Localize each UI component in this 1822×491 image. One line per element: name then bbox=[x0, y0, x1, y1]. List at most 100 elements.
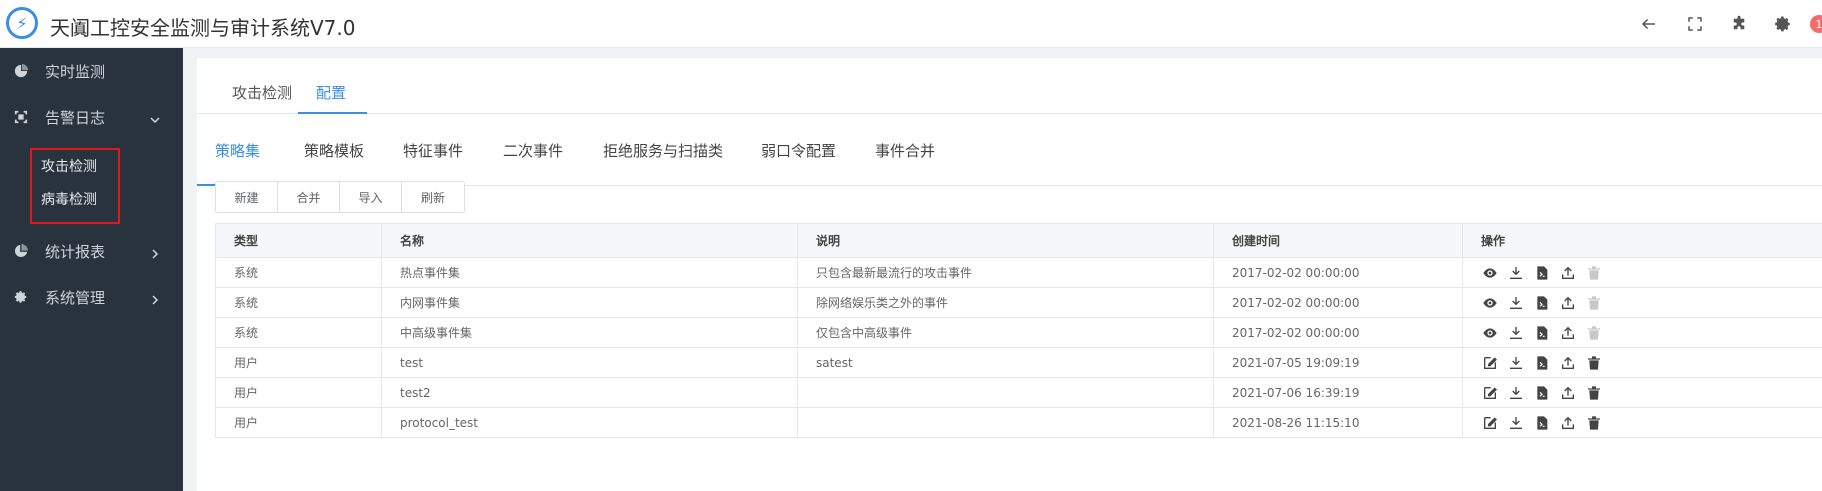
cell-description bbox=[797, 407, 1214, 438]
top-tabs: 攻击检测 配置 bbox=[197, 58, 1822, 114]
back-arrow-icon[interactable] bbox=[1637, 12, 1661, 36]
cell-created-time: 2017-02-02 00:00:00 bbox=[1213, 317, 1463, 348]
tab-weak-password[interactable]: 弱口令配置 bbox=[761, 140, 836, 161]
chevron-right-icon bbox=[150, 291, 162, 305]
cell-created-time: 2021-08-26 11:15:10 bbox=[1213, 407, 1463, 438]
chevron-down-icon bbox=[150, 111, 162, 124]
cell-actions bbox=[1462, 287, 1822, 318]
table-row: 系统 内网事件集 除网络娱乐类之外的事件 2017-02-02 00:00:00 bbox=[215, 287, 1822, 318]
merge-button[interactable]: 合并 bbox=[278, 182, 340, 212]
notification-badge[interactable]: 1 bbox=[1810, 15, 1822, 33]
tab-dos-scan[interactable]: 拒绝服务与扫描类 bbox=[603, 140, 723, 161]
view-icon[interactable] bbox=[1481, 294, 1499, 312]
cell-actions bbox=[1462, 377, 1822, 408]
sidebar-item-realtime[interactable]: 实时监测 bbox=[0, 48, 183, 94]
export-script-icon[interactable] bbox=[1533, 324, 1551, 342]
column-header-type: 类型 bbox=[215, 223, 382, 258]
export-script-icon[interactable] bbox=[1533, 264, 1551, 282]
delete-icon bbox=[1585, 324, 1603, 342]
view-icon[interactable] bbox=[1481, 264, 1499, 282]
cell-name: 内网事件集 bbox=[381, 287, 798, 318]
upload-icon[interactable] bbox=[1559, 264, 1577, 282]
cell-type: 系统 bbox=[215, 257, 382, 288]
download-icon[interactable] bbox=[1507, 414, 1525, 432]
delete-icon[interactable] bbox=[1585, 414, 1603, 432]
export-script-icon[interactable] bbox=[1533, 384, 1551, 402]
download-icon[interactable] bbox=[1507, 324, 1525, 342]
active-tab-indicator bbox=[298, 112, 367, 114]
gear-icon[interactable] bbox=[1771, 12, 1795, 36]
tab-attack-detection[interactable]: 攻击检测 bbox=[232, 82, 292, 103]
edit-icon[interactable] bbox=[1481, 384, 1499, 402]
view-icon[interactable] bbox=[1481, 324, 1499, 342]
submenu-item-virus-detection[interactable]: 病毒检测 bbox=[41, 189, 97, 209]
column-header-description: 说明 bbox=[797, 223, 1214, 258]
new-button[interactable]: 新建 bbox=[216, 182, 278, 212]
export-script-icon[interactable] bbox=[1533, 354, 1551, 372]
app-title: 天阗工控安全监测与审计系统V7.0 bbox=[50, 16, 356, 40]
sidebar-item-label: 统计报表 bbox=[45, 242, 106, 261]
app-header: ⚡ 天阗工控安全监测与审计系统V7.0 1 bbox=[0, 0, 1822, 48]
download-icon[interactable] bbox=[1507, 384, 1525, 402]
cell-description: 仅包含中高级事件 bbox=[797, 317, 1214, 348]
tab-policy-template[interactable]: 策略模板 bbox=[304, 140, 364, 161]
refresh-button[interactable]: 刷新 bbox=[402, 182, 464, 212]
sidebar-item-label: 实时监测 bbox=[45, 62, 106, 81]
table-header-row: 类型 名称 说明 创建时间 操作 bbox=[215, 223, 1822, 258]
edit-icon[interactable] bbox=[1481, 354, 1499, 372]
delete-icon[interactable] bbox=[1585, 384, 1603, 402]
import-button[interactable]: 导入 bbox=[340, 182, 402, 212]
plugin-icon[interactable] bbox=[1727, 12, 1751, 36]
cell-name: 热点事件集 bbox=[381, 257, 798, 288]
sidebar: 实时监测 告警日志 攻击检测 病毒检测 统计报表 系统管理 bbox=[0, 48, 183, 491]
cell-type: 用户 bbox=[215, 407, 382, 438]
cell-name: 中高级事件集 bbox=[381, 317, 798, 348]
column-header-actions: 操作 bbox=[1462, 223, 1822, 258]
cell-description: 除网络娱乐类之外的事件 bbox=[797, 287, 1214, 318]
sidebar-item-alert-log[interactable]: 告警日志 bbox=[0, 94, 183, 140]
upload-icon[interactable] bbox=[1559, 354, 1577, 372]
upload-icon[interactable] bbox=[1559, 324, 1577, 342]
table-row: 系统 热点事件集 只包含最新最流行的攻击事件 2017-02-02 00:00:00 bbox=[215, 257, 1822, 288]
main-content: 攻击检测 配置 策略集 策略模板 特征事件 二次事件 拒绝服务与扫描类 弱口令配… bbox=[183, 48, 1822, 491]
content-panel: 攻击检测 配置 策略集 策略模板 特征事件 二次事件 拒绝服务与扫描类 弱口令配… bbox=[197, 58, 1822, 491]
gear-icon bbox=[13, 289, 29, 305]
cell-name: test bbox=[381, 347, 798, 378]
fullscreen-icon[interactable] bbox=[1683, 12, 1707, 36]
upload-icon[interactable] bbox=[1559, 414, 1577, 432]
tab-signature-event[interactable]: 特征事件 bbox=[403, 140, 463, 161]
sidebar-item-label: 系统管理 bbox=[45, 288, 106, 307]
download-icon[interactable] bbox=[1507, 354, 1525, 372]
submenu-item-attack-detection[interactable]: 攻击检测 bbox=[41, 156, 97, 176]
export-script-icon[interactable] bbox=[1533, 294, 1551, 312]
edit-icon[interactable] bbox=[1481, 414, 1499, 432]
cell-description: satest bbox=[797, 347, 1214, 378]
sidebar-item-system[interactable]: 系统管理 bbox=[0, 274, 183, 320]
column-header-created-time: 创建时间 bbox=[1213, 223, 1463, 258]
chevron-right-icon bbox=[150, 245, 162, 259]
delete-icon bbox=[1585, 264, 1603, 282]
table-row: 系统 中高级事件集 仅包含中高级事件 2017-02-02 00:00:00 bbox=[215, 317, 1822, 348]
export-script-icon[interactable] bbox=[1533, 414, 1551, 432]
tab-policy-set[interactable]: 策略集 bbox=[215, 140, 260, 161]
policy-set-table: 类型 名称 说明 创建时间 操作 系统 热点事件集 只包含最新最流行的攻击事件 201… bbox=[215, 223, 1822, 438]
download-icon[interactable] bbox=[1507, 294, 1525, 312]
report-icon bbox=[13, 243, 29, 259]
upload-icon[interactable] bbox=[1559, 294, 1577, 312]
sidebar-item-reports[interactable]: 统计报表 bbox=[0, 228, 183, 274]
cell-actions bbox=[1462, 317, 1822, 348]
download-icon[interactable] bbox=[1507, 264, 1525, 282]
cell-name: test2 bbox=[381, 377, 798, 408]
table-row: 用户 test2 2021-07-06 16:39:19 bbox=[215, 377, 1822, 408]
logo-glyph: ⚡ bbox=[16, 13, 28, 33]
cell-actions bbox=[1462, 347, 1822, 378]
table-row: 用户 protocol_test 2021-08-26 11:15:10 bbox=[215, 407, 1822, 438]
tab-config[interactable]: 配置 bbox=[316, 82, 346, 103]
tab-secondary-event[interactable]: 二次事件 bbox=[503, 140, 563, 161]
delete-icon[interactable] bbox=[1585, 354, 1603, 372]
upload-icon[interactable] bbox=[1559, 384, 1577, 402]
cell-type: 系统 bbox=[215, 287, 382, 318]
cell-actions bbox=[1462, 257, 1822, 288]
toolbar: 新建 合并 导入 刷新 bbox=[215, 181, 465, 213]
tab-event-merge[interactable]: 事件合并 bbox=[875, 140, 935, 161]
